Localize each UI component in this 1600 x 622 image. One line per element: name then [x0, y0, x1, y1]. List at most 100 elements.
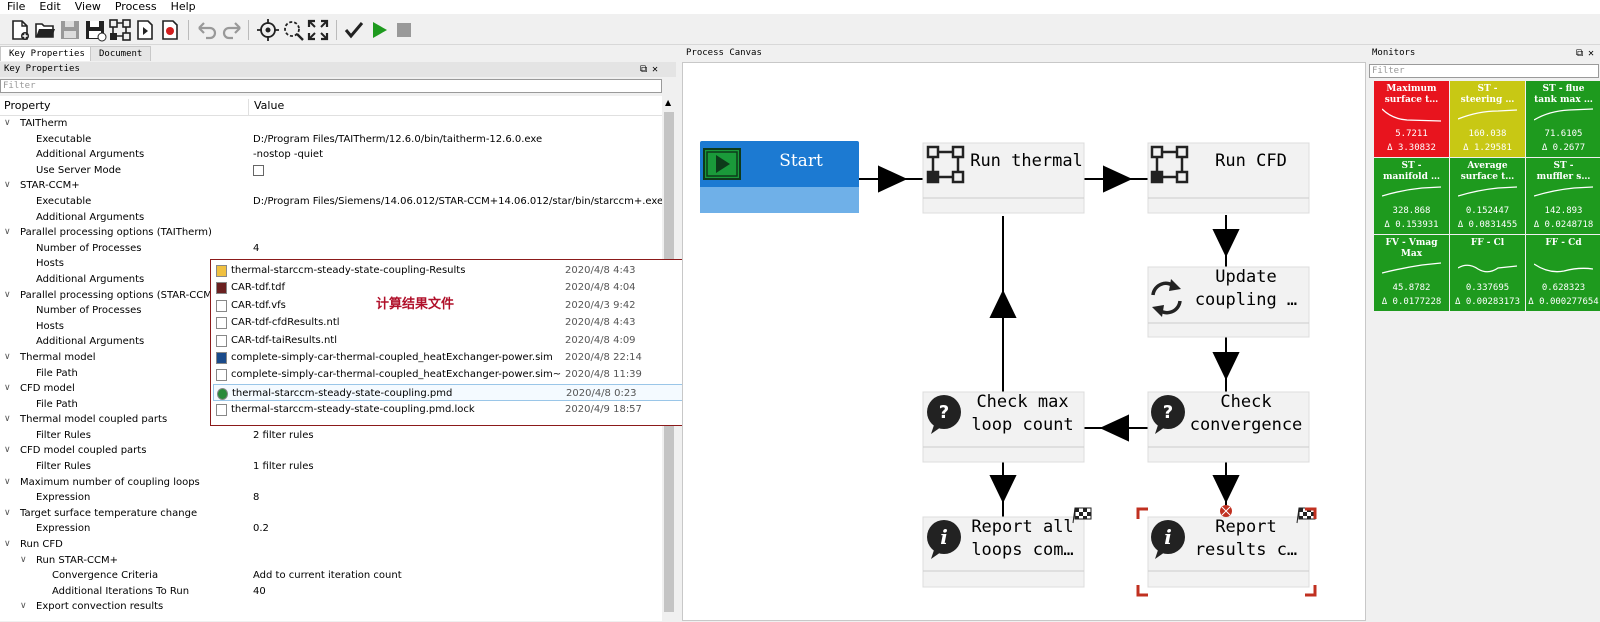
float-icon[interactable]: ⧉	[1576, 45, 1583, 62]
fit-view-icon[interactable]	[306, 18, 330, 42]
redo-icon[interactable]	[220, 18, 244, 42]
property-row[interactable]: ∨ Parallel processing options (TAITherm)	[0, 225, 662, 241]
property-row[interactable]: ∨ TAITherm	[0, 116, 662, 132]
monitor-tile[interactable]: FV - Vmag Max 45.8782 Δ 0.0177228	[1374, 235, 1449, 311]
menu-edit[interactable]: Edit	[32, 0, 67, 14]
sparkline	[1382, 108, 1441, 122]
property-row[interactable]: Number of Processes 4	[0, 241, 662, 257]
process-canvas[interactable]: ? ? i i Start Run thermal Run CFD Update…	[682, 62, 1366, 621]
menu-help[interactable]: Help	[164, 0, 203, 14]
open-folder-icon[interactable]	[33, 18, 57, 42]
monitor-tile[interactable]: Maximum surface t… 5.7211 Δ 3.30832	[1374, 81, 1449, 157]
menu-process[interactable]: Process	[108, 0, 164, 14]
monitor-tile[interactable]: ST - muffler s… 142.893 Δ 0.0248718	[1526, 158, 1600, 234]
zoom-select-icon[interactable]	[281, 18, 305, 42]
target-icon[interactable]	[256, 18, 280, 42]
monitor-delta: Δ 0.0177228	[1381, 297, 1442, 307]
property-row[interactable]: ∨ Run STAR-CCM+	[0, 553, 662, 569]
column-header-value[interactable]: Value	[248, 99, 284, 115]
file-name: CAR-tdf-cfdResults.ntl	[231, 317, 340, 329]
property-row[interactable]: Filter Rules 2 filter rules	[0, 428, 662, 444]
monitor-tile[interactable]: FF - Cd 0.628323 Δ 0.000277654	[1526, 235, 1600, 311]
property-name: CFD model	[20, 383, 75, 395]
property-row[interactable]: ∨ STAR-CCM+	[0, 178, 662, 194]
new-file-icon[interactable]	[8, 18, 32, 42]
property-row[interactable]: Expression 0.2	[0, 521, 662, 537]
check-icon[interactable]	[342, 18, 366, 42]
file-date: 2020/4/8 4:43	[565, 317, 636, 329]
monitor-tile[interactable]: FF - Cl 0.337695 Δ 0.00283173	[1450, 235, 1525, 311]
expand-chevron-icon[interactable]: ∨	[4, 506, 11, 522]
menu-file[interactable]: File	[0, 0, 32, 14]
properties-filter-input[interactable]: Filter	[0, 79, 662, 93]
property-row[interactable]: Additional Iterations To Run 40	[0, 584, 662, 600]
property-value[interactable]: D:/Program Files/TAITherm/12.6.0/bin/tai…	[253, 132, 542, 148]
column-header-property[interactable]: Property	[4, 99, 51, 112]
property-value[interactable]: 40	[253, 584, 266, 600]
property-value[interactable]: D:/Program Files/Siemens/14.06.012/STAR-…	[253, 194, 662, 210]
property-value[interactable]: Add to current iteration count	[253, 568, 402, 584]
scroll-up-icon[interactable]: ▲	[665, 98, 671, 107]
svg-text:i: i	[940, 525, 948, 549]
property-row[interactable]: Executable D:/Program Files/Siemens/14.06…	[0, 194, 662, 210]
expand-chevron-icon[interactable]: ∨	[4, 178, 11, 194]
float-icon[interactable]: ⧉	[640, 62, 647, 77]
property-value[interactable]: 8	[253, 490, 259, 506]
server-mode-checkbox[interactable]	[253, 164, 264, 176]
monitor-tile[interactable]: Average surface t… 0.152447 Δ 0.0831455	[1450, 158, 1525, 234]
property-row[interactable]: Filter Rules 1 filter rules	[0, 459, 662, 475]
monitor-value: 0.628323	[1541, 283, 1586, 293]
monitor-tile[interactable]: ST - flue tank max … 71.6105 Δ 0.2677	[1526, 81, 1600, 157]
undo-icon[interactable]	[195, 18, 219, 42]
property-row[interactable]: Additional Arguments	[0, 210, 662, 226]
monitors-filter-input[interactable]: Filter	[1369, 64, 1599, 78]
expand-chevron-icon[interactable]: ∨	[4, 475, 11, 491]
property-row[interactable]: ∨ Maximum number of coupling loops	[0, 475, 662, 491]
property-value[interactable]: 2 filter rules	[253, 428, 314, 444]
expand-chevron-icon[interactable]: ∨	[20, 553, 27, 569]
expand-chevron-icon[interactable]: ∨	[4, 288, 11, 304]
monitor-tile[interactable]: ST - steering … 160.038 Δ 1.29581	[1450, 81, 1525, 157]
expand-chevron-icon[interactable]: ∨	[4, 225, 11, 241]
property-row[interactable]: ∨ Export convection results	[0, 599, 662, 615]
property-row[interactable]: ∨ Run CFD	[0, 537, 662, 553]
property-row[interactable]: ∨ CFD model coupled parts	[0, 443, 662, 459]
expand-chevron-icon[interactable]: ∨	[4, 381, 11, 397]
property-row[interactable]: ∨ Target surface temperature change	[0, 506, 662, 522]
save-icon[interactable]	[58, 18, 82, 42]
close-icon[interactable]: ✕	[1588, 45, 1594, 62]
expand-chevron-icon[interactable]: ∨	[4, 443, 11, 459]
expand-chevron-icon[interactable]: ∨	[4, 537, 11, 553]
expand-chevron-icon[interactable]: ∨	[20, 599, 27, 615]
property-row[interactable]: Additional Arguments -nostop -quiet	[0, 147, 662, 163]
close-icon[interactable]: ✕	[652, 62, 658, 77]
file-icon	[216, 369, 227, 382]
menu-view[interactable]: View	[68, 0, 108, 14]
property-value[interactable]: 1 filter rules	[253, 459, 314, 475]
property-value[interactable]: 0.2	[253, 521, 269, 537]
record-icon[interactable]	[158, 18, 182, 42]
property-name: Additional Arguments	[36, 273, 145, 285]
tab-document[interactable]: Document	[90, 46, 152, 61]
save-as-icon[interactable]	[83, 18, 107, 42]
file-date: 2020/4/8 0:23	[566, 387, 637, 399]
property-value[interactable]: -nostop -quiet	[253, 147, 323, 163]
property-row[interactable]: Expression 8	[0, 490, 662, 506]
property-name: File Path	[36, 367, 78, 379]
expand-chevron-icon[interactable]: ∨	[4, 350, 11, 366]
expand-chevron-icon[interactable]: ∨	[4, 412, 11, 428]
property-value[interactable]: 4	[253, 241, 259, 257]
tab-key-properties[interactable]: Key Properties	[0, 46, 94, 61]
monitor-tile[interactable]: ST - manifold … 328.868 Δ 0.153931	[1374, 158, 1449, 234]
network-icon[interactable]	[108, 18, 132, 42]
property-name: Filter Rules	[36, 461, 91, 473]
export-icon[interactable]	[133, 18, 157, 42]
property-row[interactable]: Executable D:/Program Files/TAITherm/12.6…	[0, 132, 662, 148]
run-icon[interactable]	[367, 18, 391, 42]
property-row[interactable]: Use Server Mode	[0, 163, 662, 179]
property-row[interactable]: Convergence Criteria Add to current itera…	[0, 568, 662, 584]
expand-chevron-icon[interactable]: ∨	[4, 116, 11, 132]
property-name: Additional Arguments	[36, 149, 145, 161]
stop-icon[interactable]	[392, 18, 416, 42]
file-date: 2020/4/8 22:14	[565, 352, 642, 363]
